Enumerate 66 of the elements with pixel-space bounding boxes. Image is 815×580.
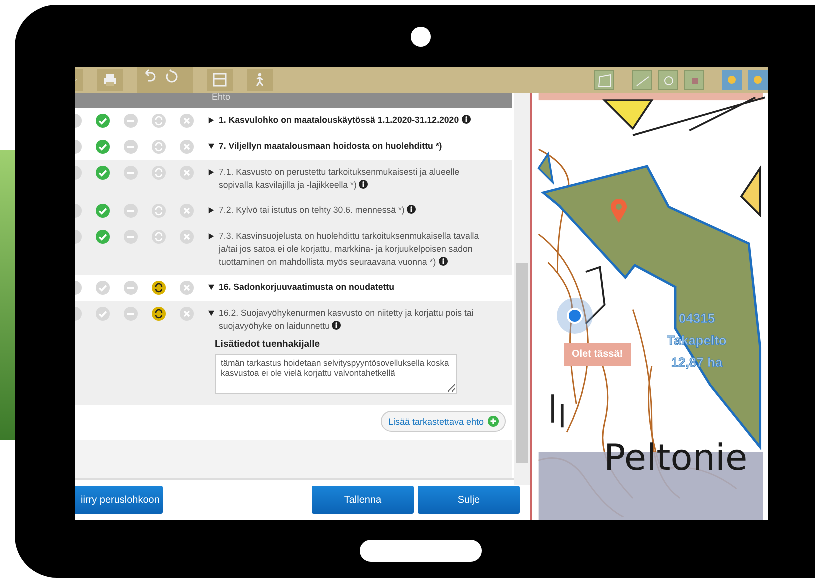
expand-triangle-icon[interactable]: [208, 207, 215, 214]
condition-text: 16.2. Suojavyöhykenurmen kasvusto on niitetty ja korjattu pois tai suojavyöhyke on laidunnettu: [219, 307, 475, 333]
condition-text: 7.3. Kasvinsuojelusta on huolehdittu tarkoituksenmukaisella tavalla ja/tai jos satoa ei ole korjattu, markkina- ja korjuukelpoisen sadon tuottaminen on mahdollista myös seuraavana vuonna *): [219, 230, 480, 269]
na-status-icon[interactable]: [124, 281, 138, 295]
parcel-label: 04315: [678, 310, 716, 328]
sun-icon[interactable]: [722, 70, 742, 90]
ok-status-icon[interactable]: [96, 166, 110, 180]
na-status-icon[interactable]: [124, 307, 138, 321]
expand-triangle-icon[interactable]: [208, 233, 215, 240]
ok-status-icon[interactable]: [96, 307, 110, 321]
save-icon[interactable]: [207, 69, 233, 91]
place-name: Peltonie: [604, 438, 748, 479]
camera-dot: [411, 27, 431, 47]
ok-status-icon[interactable]: [96, 204, 110, 218]
location-label: Olet tässä!: [564, 343, 632, 366]
expand-triangle-icon[interactable]: [208, 143, 215, 150]
home-button[interactable]: [360, 540, 482, 562]
na-status-icon[interactable]: [124, 204, 138, 218]
condition-text: 1. Kasvulohko on maatalouskäytössä 1.1.2020-31.12.2020: [219, 114, 471, 127]
column-header: Ehto: [212, 93, 231, 104]
expand-triangle-icon[interactable]: [208, 284, 215, 291]
pending-status-icon[interactable]: [152, 307, 166, 321]
note-field[interactable]: tämän tarkastus hoidetaan selvityspyyntösovelluksella koska kasvustoa ei ole vielä korjattu valvontahetkellä: [215, 354, 457, 394]
fail-status-icon[interactable]: [180, 114, 194, 128]
redo-icon[interactable]: [164, 69, 180, 85]
info-icon[interactable]: [438, 257, 448, 266]
ok-status-icon[interactable]: [96, 281, 110, 295]
parcel-button[interactable]: iirry peruslohkoon: [75, 486, 163, 514]
na-status-icon[interactable]: [124, 230, 138, 244]
fail-status-icon[interactable]: [180, 281, 194, 295]
expand-triangle-icon[interactable]: [208, 310, 215, 317]
condition-text: 16. Sadonkorjuuvaatimusta on noudatettu: [219, 281, 394, 294]
map-pin-icon: [611, 199, 627, 223]
ok-status-icon[interactable]: [96, 230, 110, 244]
walking-person-icon[interactable]: [247, 69, 273, 91]
ok-status-icon[interactable]: [96, 114, 110, 128]
info-icon[interactable]: [332, 321, 342, 330]
condition-text: 7.1. Kasvusto on perustettu tarkoituksenmukaisesti ja alueelle sopivalla kasvilajilla ja -lajikkeella *): [219, 166, 461, 192]
na-status-icon[interactable]: [124, 140, 138, 154]
print-icon[interactable]: [97, 69, 123, 91]
ok-status-icon[interactable]: [96, 140, 110, 154]
square-icon[interactable]: [684, 70, 704, 90]
fail-status-icon[interactable]: [180, 166, 194, 180]
add-condition-button[interactable]: Lisää tarkastettava ehto: [381, 411, 506, 432]
info-icon[interactable]: [359, 180, 368, 189]
pending-status-icon[interactable]: [152, 281, 166, 295]
fail-status-icon[interactable]: [180, 204, 194, 218]
info-icon[interactable]: [462, 115, 471, 124]
fail-status-icon[interactable]: [180, 140, 194, 154]
sun-icon[interactable]: [748, 70, 768, 90]
info-icon[interactable]: [407, 205, 416, 214]
plus-icon: [488, 416, 499, 427]
polygon-icon[interactable]: [594, 70, 614, 90]
note-label: Lisätiedot tuenhakijalle: [215, 339, 322, 350]
expand-triangle-icon[interactable]: [208, 117, 215, 124]
fail-status-icon[interactable]: [180, 307, 194, 321]
footer-button[interactable]: Sulje: [418, 486, 520, 514]
na-status-icon[interactable]: [124, 114, 138, 128]
location-dot-icon: [555, 296, 595, 336]
condition-text: 7. Viljellyn maatalousmaan hoidosta on huolehdittu *): [219, 140, 442, 153]
scrollbar[interactable]: [514, 93, 530, 485]
footer-button[interactable]: Tallenna: [312, 486, 414, 514]
fail-status-icon[interactable]: [180, 230, 194, 244]
expand-triangle-icon[interactable]: [208, 169, 215, 176]
na-status-icon[interactable]: [124, 166, 138, 180]
condition-text: 7.2. Kylvö tai istutus on tehty 30.6. mennessä *): [219, 204, 416, 217]
